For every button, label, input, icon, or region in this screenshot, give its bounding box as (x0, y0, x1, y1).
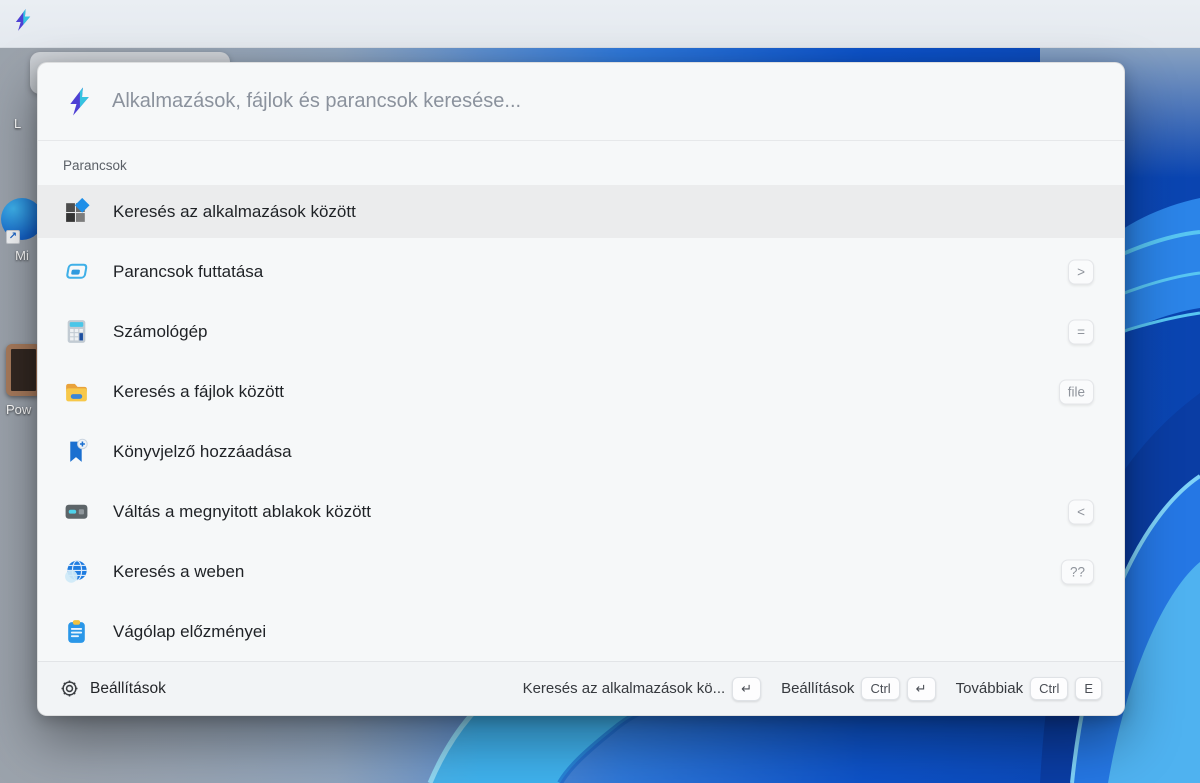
top-bar (0, 0, 1200, 48)
clipboard-icon (63, 618, 90, 645)
section-header: Parancsok (38, 141, 1124, 185)
search-bar (38, 63, 1124, 140)
window-switcher-icon (63, 498, 90, 525)
enter-key-badge: ↵ (732, 677, 761, 701)
footer-hints: Keresés az alkalmazások kö... ↵ Beállítá… (523, 677, 1102, 701)
folder-icon (63, 378, 90, 405)
run-command-icon (63, 258, 90, 285)
result-row-clipboard-history[interactable]: Vágólap előzményei (38, 605, 1124, 658)
flow-launcher-taskbar-icon[interactable] (11, 8, 35, 32)
shortcut-arrow-icon: ↗ (6, 230, 20, 244)
enter-key-badge: ↵ (907, 677, 936, 701)
hint-label: Továbbiak (956, 680, 1024, 697)
ctrl-key-badge: Ctrl (1030, 677, 1068, 700)
gear-icon (60, 679, 79, 698)
hint-label: Keresés az alkalmazások kö... (523, 680, 726, 697)
search-input[interactable] (112, 63, 1072, 140)
result-label: Parancsok futtatása (113, 262, 263, 282)
result-row-file-search[interactable]: Keresés a fájlok között file (38, 365, 1124, 418)
result-label: Keresés a weben (113, 562, 244, 582)
hint-settings-action[interactable]: Beállítások Ctrl ↵ (781, 677, 936, 701)
result-row-web-search[interactable]: Keresés a weben ?? (38, 545, 1124, 598)
calculator-icon (63, 318, 90, 345)
result-row-calculator[interactable]: Számológép = (38, 305, 1124, 358)
result-row-app-search[interactable]: Keresés az alkalmazások között (38, 185, 1124, 238)
result-label: Könyvjelző hozzáadása (113, 442, 292, 462)
desktop-icon-label: L (14, 116, 21, 131)
status-bar: Beállítások Keresés az alkalmazások kö..… (38, 661, 1124, 715)
hint-label: Beállítások (781, 680, 854, 697)
result-label: Váltás a megnyitott ablakok között (113, 502, 371, 522)
results-list: Parancsok Keresés az alkalmazások között (38, 141, 1124, 665)
keyword-badge: ?? (1061, 559, 1094, 584)
bookmark-add-icon (63, 438, 90, 465)
launcher-window: Parancsok Keresés az alkalmazások között (37, 62, 1125, 716)
keyword-badge: < (1068, 499, 1094, 524)
result-label: Számológép (113, 322, 208, 342)
result-row-window-switcher[interactable]: Váltás a megnyitott ablakok között < (38, 485, 1124, 538)
keyword-badge: > (1068, 259, 1094, 284)
result-row-add-bookmark[interactable]: Könyvjelző hozzáadása (38, 425, 1124, 478)
settings-button[interactable]: Beállítások (60, 679, 166, 698)
result-label: Keresés a fájlok között (113, 382, 284, 402)
ctrl-key-badge: Ctrl (861, 677, 899, 700)
flow-launcher-icon (64, 86, 95, 117)
hint-primary-action[interactable]: Keresés az alkalmazások kö... ↵ (523, 677, 762, 701)
desktop-icon-l[interactable]: L (14, 116, 21, 131)
settings-label: Beállítások (90, 680, 166, 698)
result-row-run-command[interactable]: Parancsok futtatása > (38, 245, 1124, 298)
result-label: Vágólap előzményei (113, 622, 266, 642)
e-key-badge: E (1075, 677, 1102, 700)
app-search-icon (63, 198, 90, 225)
keyword-badge: = (1068, 319, 1094, 344)
keyword-badge: file (1059, 379, 1094, 404)
pow-app-icon (6, 344, 41, 396)
hint-more-actions[interactable]: Továbbiak Ctrl E (956, 677, 1102, 700)
result-label: Keresés az alkalmazások között (113, 202, 356, 222)
web-search-icon (63, 558, 90, 585)
